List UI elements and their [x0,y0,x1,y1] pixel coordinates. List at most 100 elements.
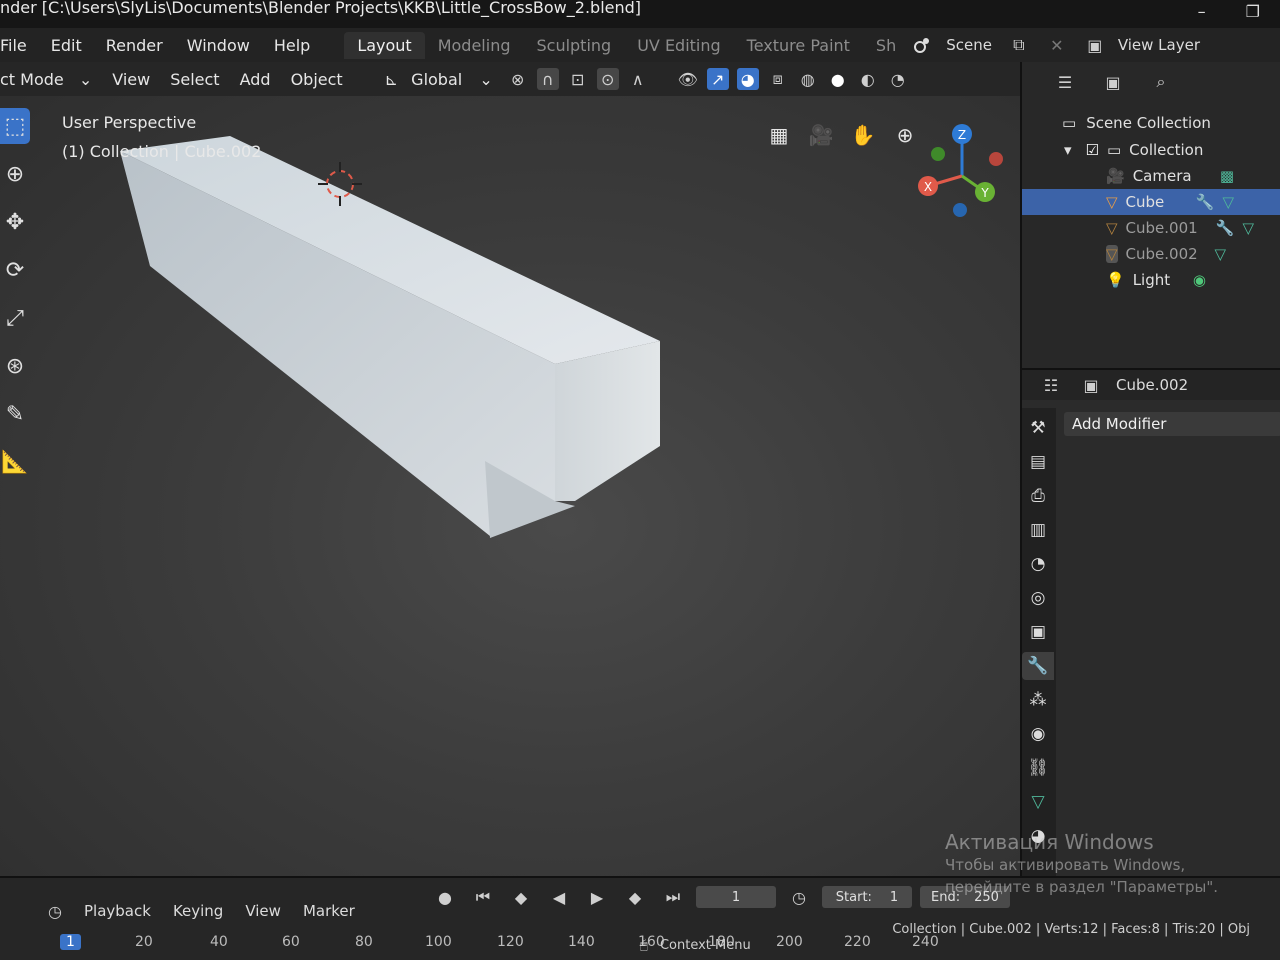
mouse-icon: 🖱 [640,938,648,953]
timeline-menu-keying[interactable]: Keying [165,900,231,922]
frame-ruler[interactable]: 1 20 40 60 80 100 120 140 160 180 200 22… [50,930,1010,954]
physics-tab-icon[interactable]: ◉ [1022,720,1054,748]
filter-icon[interactable]: ▣ [1102,71,1124,93]
axis-gizmo-icon[interactable]: Z X Y [918,124,1003,217]
add-modifier-button[interactable]: Add Modifier [1064,412,1280,436]
tab-modeling[interactable]: Modeling [425,32,524,59]
snap-icon[interactable]: ∩ [536,68,559,90]
mode-selector[interactable]: ct Mode ⌄ [0,70,102,89]
tool-tab-icon[interactable]: ⚒ [1022,414,1054,442]
ruler-tick: 40 [210,934,228,950]
output-tab-icon[interactable]: ⎙ [1022,482,1054,510]
menu-render[interactable]: Render [94,36,175,55]
play-icon[interactable]: ▶ [586,886,608,908]
scene-name: Scene [946,36,992,54]
snap-target-icon[interactable]: ⊡ [567,68,589,90]
world-tab-icon[interactable]: ◎ [1022,584,1054,612]
search-icon[interactable]: ⌕ [1150,71,1172,93]
record-icon[interactable]: ● [434,886,456,908]
outliner-item-cube-002[interactable]: ▽ Cube.002 ▽ [1022,241,1280,267]
camera-view-icon[interactable]: 🎥 [807,121,835,149]
grid-view-icon[interactable]: ▦ [765,121,793,149]
collection-icon: ▭ [1062,114,1077,132]
viewport-menu-object[interactable]: Object [281,70,353,89]
checkbox-icon[interactable]: ☑ [1086,141,1099,159]
material-tab-icon[interactable]: ◕ [1022,822,1054,850]
ruler-tick: 120 [497,934,524,950]
jump-end-icon[interactable]: ⏭ [662,886,684,908]
viewport-menu-view[interactable]: View [102,70,160,89]
display-mode-icon[interactable]: ☰ [1054,71,1076,93]
menu-edit[interactable]: Edit [39,36,94,55]
view-layer-tab-icon[interactable]: ▥ [1022,516,1054,544]
zoom-icon[interactable]: ⊕ [891,121,919,149]
material-shading-icon[interactable]: ◐ [857,68,879,90]
proportional-edit-icon[interactable]: ⊙ [596,68,619,90]
viewport-menu-select[interactable]: Select [160,70,229,89]
tab-uv-editing[interactable]: UV Editing [624,32,733,59]
pivot-icon[interactable]: ⊗ [507,68,529,90]
outliner-item-cube-001[interactable]: ▽ Cube.001 🔧 ▽ [1022,215,1280,241]
play-reverse-icon[interactable]: ◀ [548,886,570,908]
outliner-collection[interactable]: ▾ ☑ ▭ Collection [1022,137,1280,163]
3d-viewport[interactable]: Z X Y User Perspective (1) Collection | … [0,96,1020,876]
jump-start-icon[interactable]: ⏮ [472,886,494,908]
tab-sculpting[interactable]: Sculpting [523,32,624,59]
object-icon: ▣ [1083,375,1099,395]
outliner-item-camera[interactable]: 🎥 Camera ▩ [1022,163,1280,189]
properties-editor-icon[interactable]: ☷ [1040,374,1062,396]
clock-icon[interactable]: ◷ [788,886,810,908]
falloff-icon[interactable]: ∧ [627,68,649,90]
menu-file[interactable]: File [0,36,39,55]
editor-type-icon[interactable]: ◷ [44,900,66,922]
gizmo-icon[interactable]: ↗ [706,68,729,90]
outliner-item-light[interactable]: 💡 Light ◉ [1022,267,1280,293]
viewport-menu-add[interactable]: Add [230,70,281,89]
xray-icon[interactable]: ⧈ [767,68,789,90]
data-tab-icon[interactable]: ▽ [1022,788,1054,816]
render-tab-icon[interactable]: ▤ [1022,448,1054,476]
wireframe-shading-icon[interactable]: ◍ [797,68,819,90]
tab-texture-paint[interactable]: Texture Paint [734,32,863,59]
modifier-tab-icon[interactable]: 🔧 [1022,652,1054,680]
scene-selector[interactable]: Scene [908,34,992,56]
rendered-shading-icon[interactable]: ◔ [887,68,909,90]
constraints-tab-icon[interactable]: ⛓ [1022,754,1054,782]
cursor-tool-icon[interactable]: ⊕ [0,156,30,192]
scene-tab-icon[interactable]: ◔ [1022,550,1054,578]
end-frame-field[interactable]: End: 250 [920,886,1010,908]
minimize-button[interactable]: – [1198,2,1206,21]
rotate-tool-icon[interactable]: ⟳ [0,252,30,288]
solid-shading-icon[interactable]: ● [827,68,849,90]
timeline-menu-view[interactable]: View [237,900,289,922]
timeline-menu-playback[interactable]: Playback [76,900,159,922]
measure-tool-icon[interactable]: 📐 [0,444,30,480]
timeline-menu-marker[interactable]: Marker [295,900,363,922]
transform-orientation[interactable]: ⊾ Global ⌄ [375,70,503,89]
move-tool-icon[interactable]: ✥ [0,204,30,240]
playhead[interactable]: 1 [60,934,81,950]
scale-tool-icon[interactable]: ⤢ [0,300,30,336]
annotate-tool-icon[interactable]: ✎ [0,396,30,432]
pan-hand-icon[interactable]: ✋ [849,121,877,149]
particles-tab-icon[interactable]: ⁂ [1022,686,1054,714]
visibility-icon[interactable]: 👁 [677,68,699,90]
tab-layout[interactable]: Layout [344,31,425,59]
overlay-icon[interactable]: ◕ [736,68,759,90]
prev-keyframe-icon[interactable]: ◆ [510,886,532,908]
start-frame-field[interactable]: Start: 1 [822,886,912,908]
outliner-item-cube[interactable]: ▽ Cube 🔧 ▽ [1022,189,1280,215]
maximize-button[interactable]: ❐ [1246,2,1260,21]
view-layer-selector[interactable]: ⧉ ✕ ▣ View Layer [1004,34,1200,56]
current-frame-field[interactable]: 1 [696,886,776,908]
menu-window[interactable]: Window [175,36,262,55]
object-tab-icon[interactable]: ▣ [1022,618,1054,646]
select-box-tool-icon[interactable]: ⬚ [0,108,30,144]
outliner-scene-collection[interactable]: ▭ Scene Collection [1022,110,1280,136]
tab-shading[interactable]: Sh [863,32,902,59]
menu-help[interactable]: Help [262,36,322,55]
transform-tool-icon[interactable]: ⊛ [0,348,30,384]
next-keyframe-icon[interactable]: ◆ [624,886,646,908]
outliner-panel: ☰ ▣ ⌕ ▭ Scene Collection ▾ ☑ ▭ Collectio… [1020,62,1280,368]
properties-panel: ☷ ▣ Cube.002 ⚒ ▤ ⎙ ▥ ◔ ◎ ▣ 🔧 ⁂ ◉ ⛓ ▽ ◕ A… [1020,368,1280,878]
